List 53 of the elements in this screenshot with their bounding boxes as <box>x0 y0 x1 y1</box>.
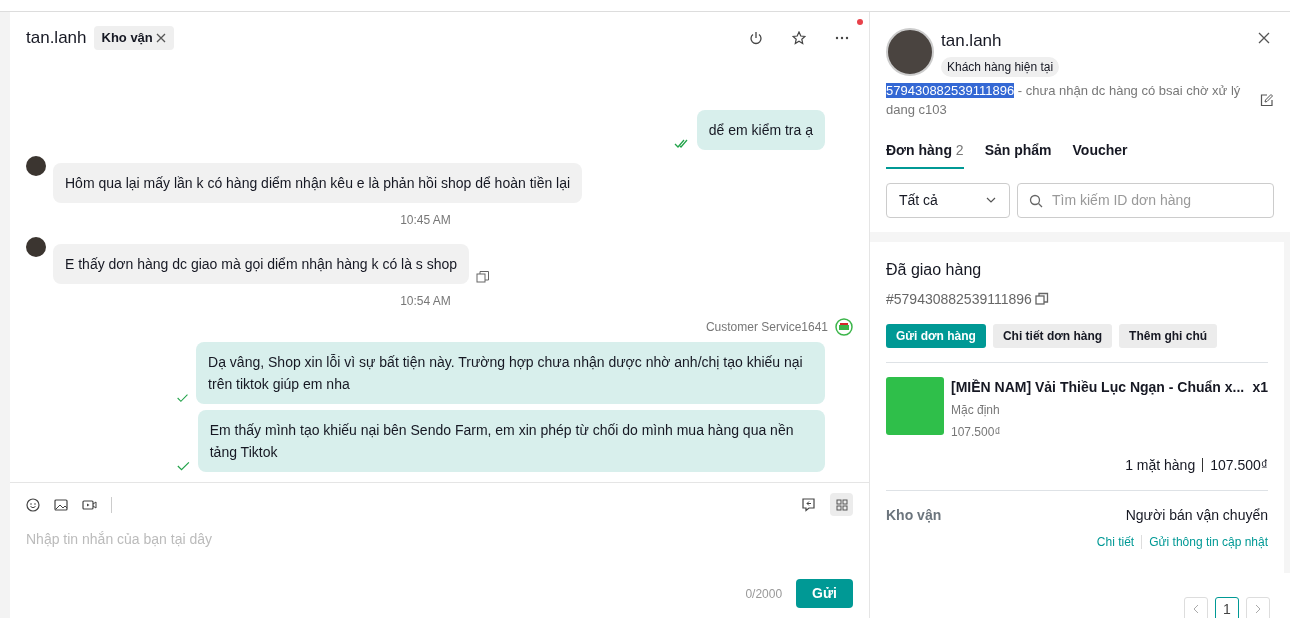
page-button[interactable]: 1 <box>1215 597 1239 618</box>
item-count: 1 mặt hàng <box>1125 455 1196 475</box>
emoji-icon[interactable] <box>26 497 40 512</box>
chevron-left-icon <box>1192 604 1200 614</box>
product-variant: Mặc định <box>951 402 1001 419</box>
link[interactable]: Chi tiết <box>1096 532 1135 551</box>
chat-title: tan.lanh <box>26 27 87 50</box>
logistics-value: Người bán vận chuyển <box>1125 505 1268 525</box>
message-bubble: Hôm qua lại mấy lần k có hàng diểm nhận kêu e là phản hồi shop dể hoàn tiền lại <box>53 163 583 203</box>
customer-note: 579430882539111896 - chưa nhận dc hàng có bsai chờ xử lý dang c103 <box>886 81 1242 119</box>
product-image <box>886 376 944 435</box>
product-quantity: x1 <box>1252 377 1268 397</box>
order-action-button[interactable]: Chi tiết dơn hàng <box>992 323 1113 348</box>
chevron-right-icon <box>1254 604 1262 614</box>
video-icon[interactable] <box>82 497 97 512</box>
product-name: [MIỀN NAM] Vải Thiều Lục Ngạn - Chuẩn x... <box>951 377 1245 397</box>
customer-name: tan.lanh <box>941 30 1002 52</box>
logistics-label: Kho vận <box>886 505 942 525</box>
avatar <box>26 237 46 257</box>
order-search-field[interactable]: Tìm kiếm ID dơn hàng <box>1017 182 1274 218</box>
reply-icon[interactable] <box>801 497 816 512</box>
timestamp: 10:54 AM <box>399 293 452 310</box>
copy-icon[interactable] <box>1035 292 1050 306</box>
message-bubble: Dạ vâng, Shop xin lỗi vì sự bất tiện này. Trường hợp chưa nhận dược nhờ anh/chị tạo khiếu nại trên tiktok giúp em nha <box>196 342 825 404</box>
order-id: #579430882539111896 <box>886 289 1032 309</box>
sender-name: Customer Service1641 <box>705 319 828 336</box>
tab[interactable]: Đơn hàng 2 <box>886 133 964 169</box>
character-counter: 0/2000 <box>745 585 783 603</box>
timestamp: 10:45 AM <box>399 212 452 229</box>
image-icon[interactable] <box>54 497 68 512</box>
message-bubble: dể em kiểm tra ạ <box>696 110 825 150</box>
order-total: 107.500₫ <box>1210 455 1268 475</box>
customer-badge: Khách hàng hiện tại <box>941 57 1060 77</box>
status-select[interactable]: Tất cả <box>886 182 1010 218</box>
order-action-button[interactable]: Thêm ghi chú <box>1119 323 1218 348</box>
message-bubble: Em thấy mình tạo khiếu nại bên Sendo Farm, em xin phép từ chối do mình mua hàng qua nền tảng Tiktok <box>197 410 825 472</box>
close-icon[interactable] <box>156 33 167 43</box>
shop-logo-icon <box>835 318 853 336</box>
message-bubble: E thấy dơn hàng dc giao mà gọi diểm nhận hàng k có là s shop <box>53 244 470 284</box>
order-action-button[interactable]: Gửi dơn hàng <box>886 323 986 348</box>
copy-icon[interactable] <box>476 270 491 284</box>
avatar <box>886 28 934 76</box>
tab[interactable]: Sản phẩm <box>984 133 1052 169</box>
avatar <box>26 156 46 176</box>
order-status: Đã giao hàng <box>886 259 983 280</box>
chevron-down-icon <box>985 196 997 204</box>
tag: Kho vận <box>93 26 175 50</box>
grid-icon[interactable] <box>830 493 853 516</box>
product-price: 107.500₫ <box>951 423 1002 441</box>
edit-icon[interactable] <box>1260 93 1274 107</box>
link[interactable]: Gửi thông tin cập nhật <box>1149 532 1268 551</box>
send-button[interactable]: Gửi <box>796 579 853 608</box>
tab[interactable]: Voucher <box>1072 133 1128 169</box>
